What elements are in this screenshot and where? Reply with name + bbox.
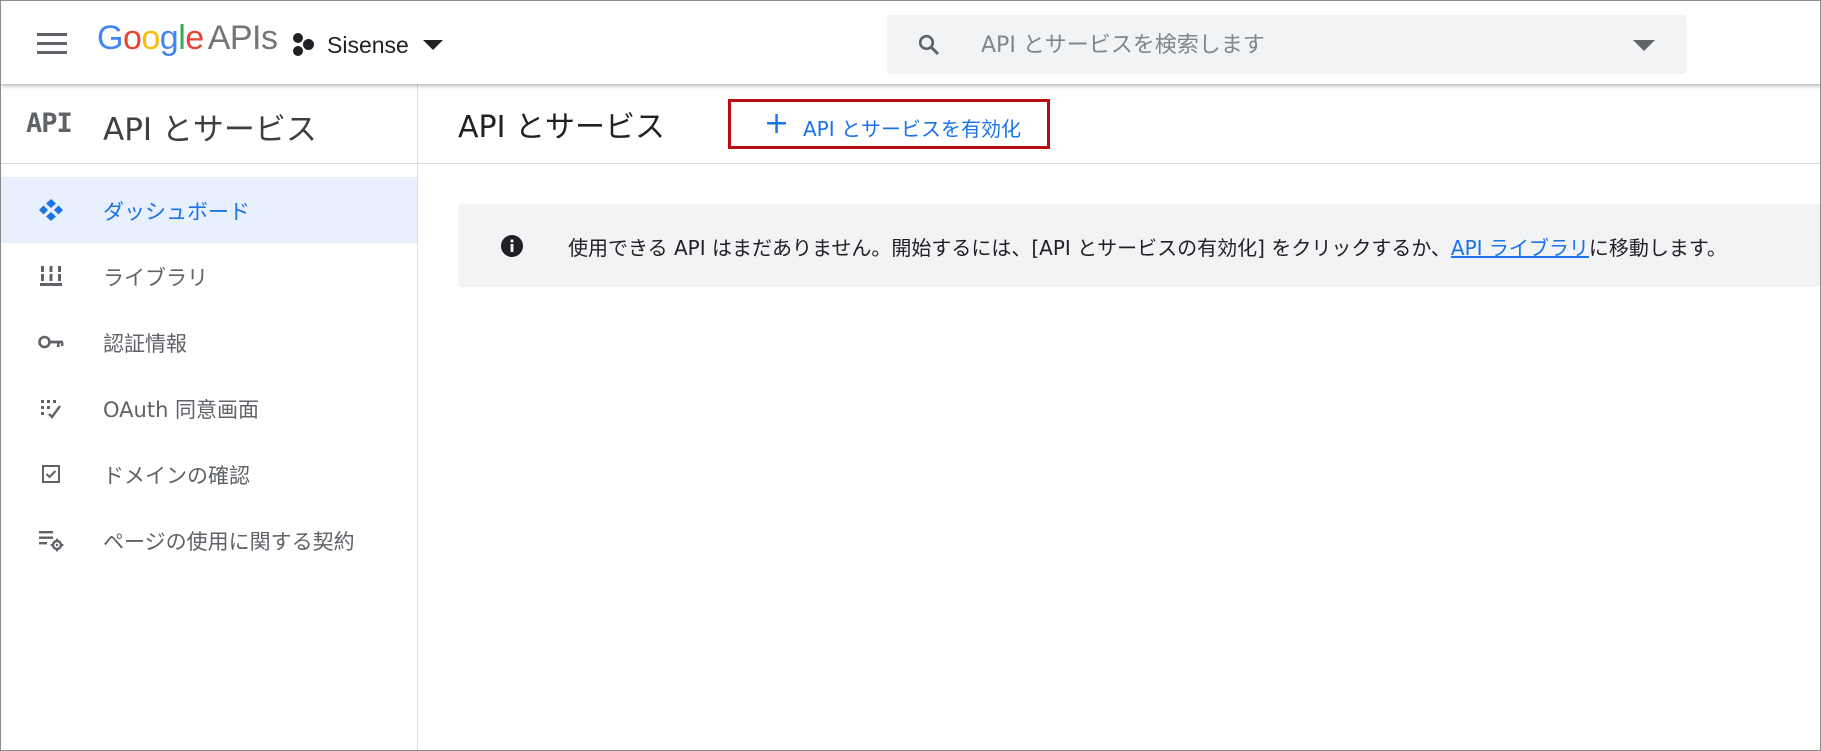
enable-apis-label: API とサービスを有効化 [803,117,1021,141]
api-library-link[interactable]: API ライブラリ [1451,236,1589,260]
search-input[interactable] [979,25,1603,65]
search-dropdown-icon[interactable] [1633,40,1655,51]
sidebar-item-label: ダッシュボード [103,200,250,224]
project-icon [293,31,317,59]
hamburger-menu-icon[interactable] [27,25,75,65]
app-window: GoogleAPIs Sisense API API とサービス [0,0,1821,751]
page-title: API とサービス [458,110,665,145]
sidebar-item-label: OAuth 同意画面 [103,398,260,422]
top-bar: Google APIs Sisense [1,1,1820,84]
sidebar-item-credentials[interactable]: 認証情報 [1,309,417,375]
sidebar-item-label: ページの使用に関する契約 [103,530,355,554]
library-icon [40,266,62,286]
api-logo-icon: API [26,108,73,139]
checkbox-icon [42,465,60,483]
consent-icon [41,400,61,419]
project-name: Sisense [327,31,409,58]
dashboard-icon [39,199,63,221]
search-icon[interactable] [917,33,941,57]
sidebar-header: API API とサービス [1,84,417,164]
sidebar-item-domain-verification[interactable]: ドメインの確認 [1,441,417,507]
info-icon [501,235,523,257]
enable-apis-button[interactable]: + API とサービスを有効化 [728,99,1050,149]
apis-wordmark: APIs [207,19,278,57]
plus-icon: + [764,106,790,141]
info-message: 使用できる API はまだありません。開始するには、[API とサービスの有効化… [568,232,1727,261]
info-text-after: に移動します。 [1588,236,1727,260]
sidebar: API API とサービス ダッシュボード ライブラリ 認証情報 OAuth 同… [1,84,418,750]
sidebar-item-dashboard[interactable]: ダッシュボード [1,177,417,243]
sidebar-item-oauth-consent[interactable]: OAuth 同意画面 [1,375,417,441]
sidebar-item-label: ライブラリ [103,266,208,290]
info-banner: 使用できる API はまだありません。開始するには、[API とサービスの有効化… [458,204,1820,287]
sidebar-item-library[interactable]: ライブラリ [1,243,417,309]
sidebar-title: API とサービス [103,112,317,148]
chevron-down-icon [422,40,443,50]
key-icon [38,335,64,349]
sidebar-item-label: 認証情報 [103,332,187,356]
google-apis-logo[interactable]: Google APIs [97,19,278,58]
header-divider [418,163,1820,164]
info-text-before: 使用できる API はまだありません。開始するには、[API とサービスの有効化… [568,236,1451,260]
google-wordmark: Google [97,19,204,57]
project-selector[interactable]: Sisense [293,29,443,61]
sidebar-item-label: ドメインの確認 [103,464,250,488]
search-bar [887,15,1687,74]
settings-list-icon [39,531,64,552]
sidebar-item-page-usage-agreements[interactable]: ページの使用に関する契約 [1,507,417,573]
